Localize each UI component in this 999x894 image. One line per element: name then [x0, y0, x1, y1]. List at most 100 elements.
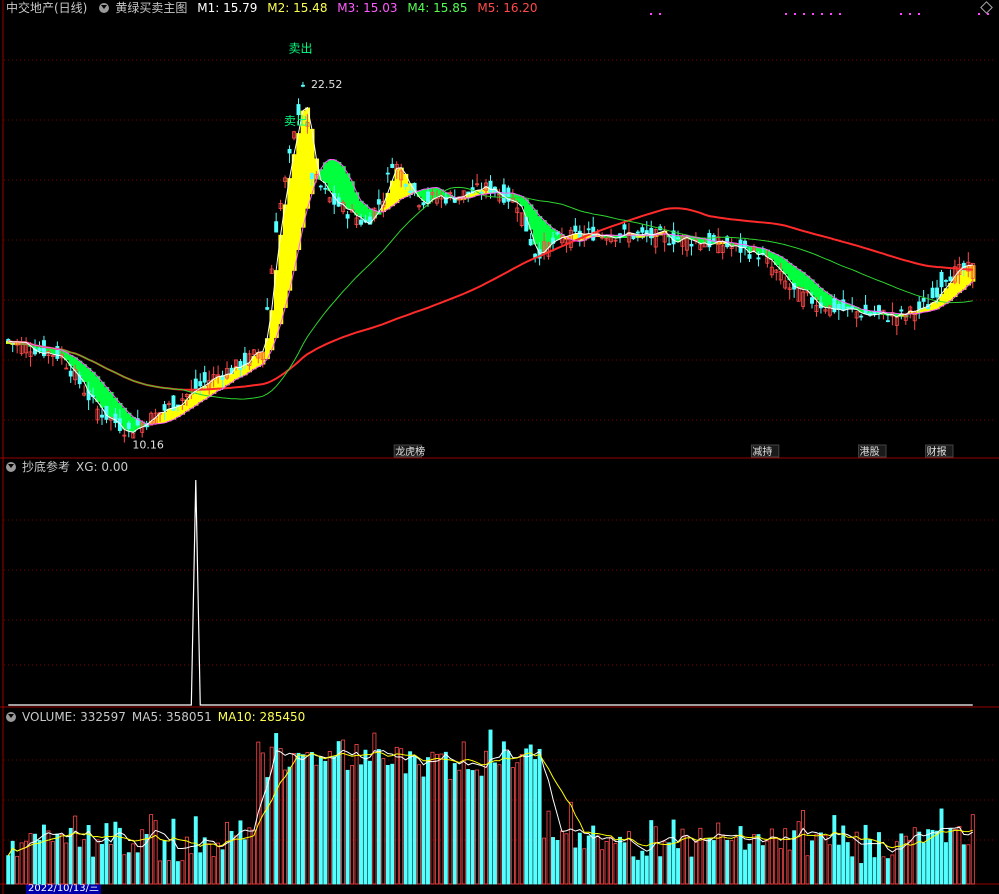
candle-body — [198, 381, 203, 387]
volume-bar — [327, 751, 332, 885]
volume-bar — [510, 767, 515, 885]
candle-body — [689, 243, 694, 247]
volume-bar — [122, 854, 127, 885]
volume-bar — [756, 834, 761, 885]
volume-bar — [935, 830, 940, 885]
event-tag-label: 财报 — [927, 445, 947, 458]
volume-bar — [881, 856, 886, 885]
volume-bar — [171, 818, 176, 885]
candle-body — [421, 202, 426, 206]
volume-bar — [609, 836, 614, 885]
sell-signal-label: 卖出 — [288, 41, 312, 55]
volume-bar — [644, 855, 649, 885]
candle-body — [408, 190, 413, 193]
volume-bar — [461, 741, 466, 885]
candle-body — [390, 163, 395, 168]
volume-bar — [582, 848, 587, 885]
band-segment — [287, 178, 293, 291]
volume-bar — [796, 821, 801, 885]
sell-signal-label: 卖出 — [284, 114, 308, 128]
volume-bar — [100, 843, 104, 885]
top-marker — [909, 13, 911, 15]
top-marker — [785, 13, 787, 15]
volume-bar — [671, 819, 676, 885]
candle-body — [274, 221, 279, 233]
volume-bar — [743, 849, 747, 885]
top-marker — [918, 13, 920, 15]
volume-bar — [622, 842, 627, 885]
volume-bar — [350, 765, 355, 885]
volume-bar — [131, 843, 136, 885]
volume-bar — [559, 830, 564, 885]
volume-bar — [774, 837, 779, 885]
candle-body — [935, 287, 940, 298]
volume-bar — [251, 829, 256, 885]
candle-body — [162, 404, 167, 411]
volume-bar — [300, 754, 305, 885]
volume-bar — [872, 857, 877, 885]
volume-bar — [778, 848, 783, 885]
volume-bar — [37, 840, 42, 885]
volume-bar — [591, 825, 596, 885]
volume-bar — [318, 756, 323, 885]
candle-body — [555, 232, 560, 235]
volume-bar — [948, 828, 953, 885]
volume-bar — [488, 729, 493, 885]
top-marker — [839, 13, 841, 15]
volume-bar — [729, 840, 734, 885]
candle-body — [528, 238, 533, 246]
top-marker — [830, 13, 832, 15]
volume-bar — [631, 856, 636, 885]
band-segment — [131, 416, 136, 433]
volume-bar — [649, 820, 654, 885]
volume-bar — [850, 856, 855, 885]
volume-bar — [135, 852, 140, 885]
volume-bar — [917, 831, 922, 885]
candle-body — [68, 370, 73, 377]
volume-bar — [385, 764, 390, 885]
volume-bar — [787, 849, 792, 885]
volume-bar — [524, 748, 529, 885]
volume-bar — [702, 838, 707, 885]
volume-bar — [408, 751, 413, 885]
candle-body — [899, 309, 904, 312]
volume-bar — [765, 840, 770, 885]
top-marker — [987, 13, 989, 15]
m1-line — [8, 106, 973, 433]
volume-bar — [28, 833, 33, 885]
volume-bar — [497, 764, 502, 885]
volume-bar — [332, 756, 337, 885]
volume-bar — [238, 820, 243, 885]
volume-bar — [689, 856, 694, 885]
candle-body — [300, 84, 305, 87]
volume-bar — [341, 739, 346, 885]
band-segment — [948, 282, 954, 301]
candle-body — [948, 276, 953, 282]
volume-bar — [747, 843, 752, 885]
top-marker — [803, 13, 805, 15]
xg-line — [8, 479, 973, 706]
band-segment — [95, 376, 101, 402]
candle-body — [917, 301, 922, 310]
candle-body — [359, 219, 363, 225]
volume-bar — [810, 840, 814, 885]
volume-bar — [345, 769, 350, 885]
volume-bar — [452, 763, 457, 885]
volume-bar — [845, 842, 850, 885]
volume-bar — [180, 860, 185, 885]
volume-bar — [305, 752, 310, 885]
band-segment — [327, 159, 333, 191]
kline-chart[interactable]: 22.5210.16卖出卖出龙虎榜 减持 港股 财报 — [0, 0, 999, 894]
volume-bar — [653, 826, 658, 885]
volume-bar — [359, 764, 363, 885]
candle-body — [242, 352, 247, 366]
top-marker — [821, 13, 823, 15]
volume-bar — [372, 732, 377, 885]
candle-body — [676, 237, 681, 240]
volume-bar — [434, 753, 439, 885]
volume-bar — [77, 846, 82, 885]
volume-bar — [528, 744, 533, 885]
candle-body — [573, 225, 578, 232]
volume-bar — [720, 834, 725, 885]
volume-bar — [390, 763, 395, 885]
